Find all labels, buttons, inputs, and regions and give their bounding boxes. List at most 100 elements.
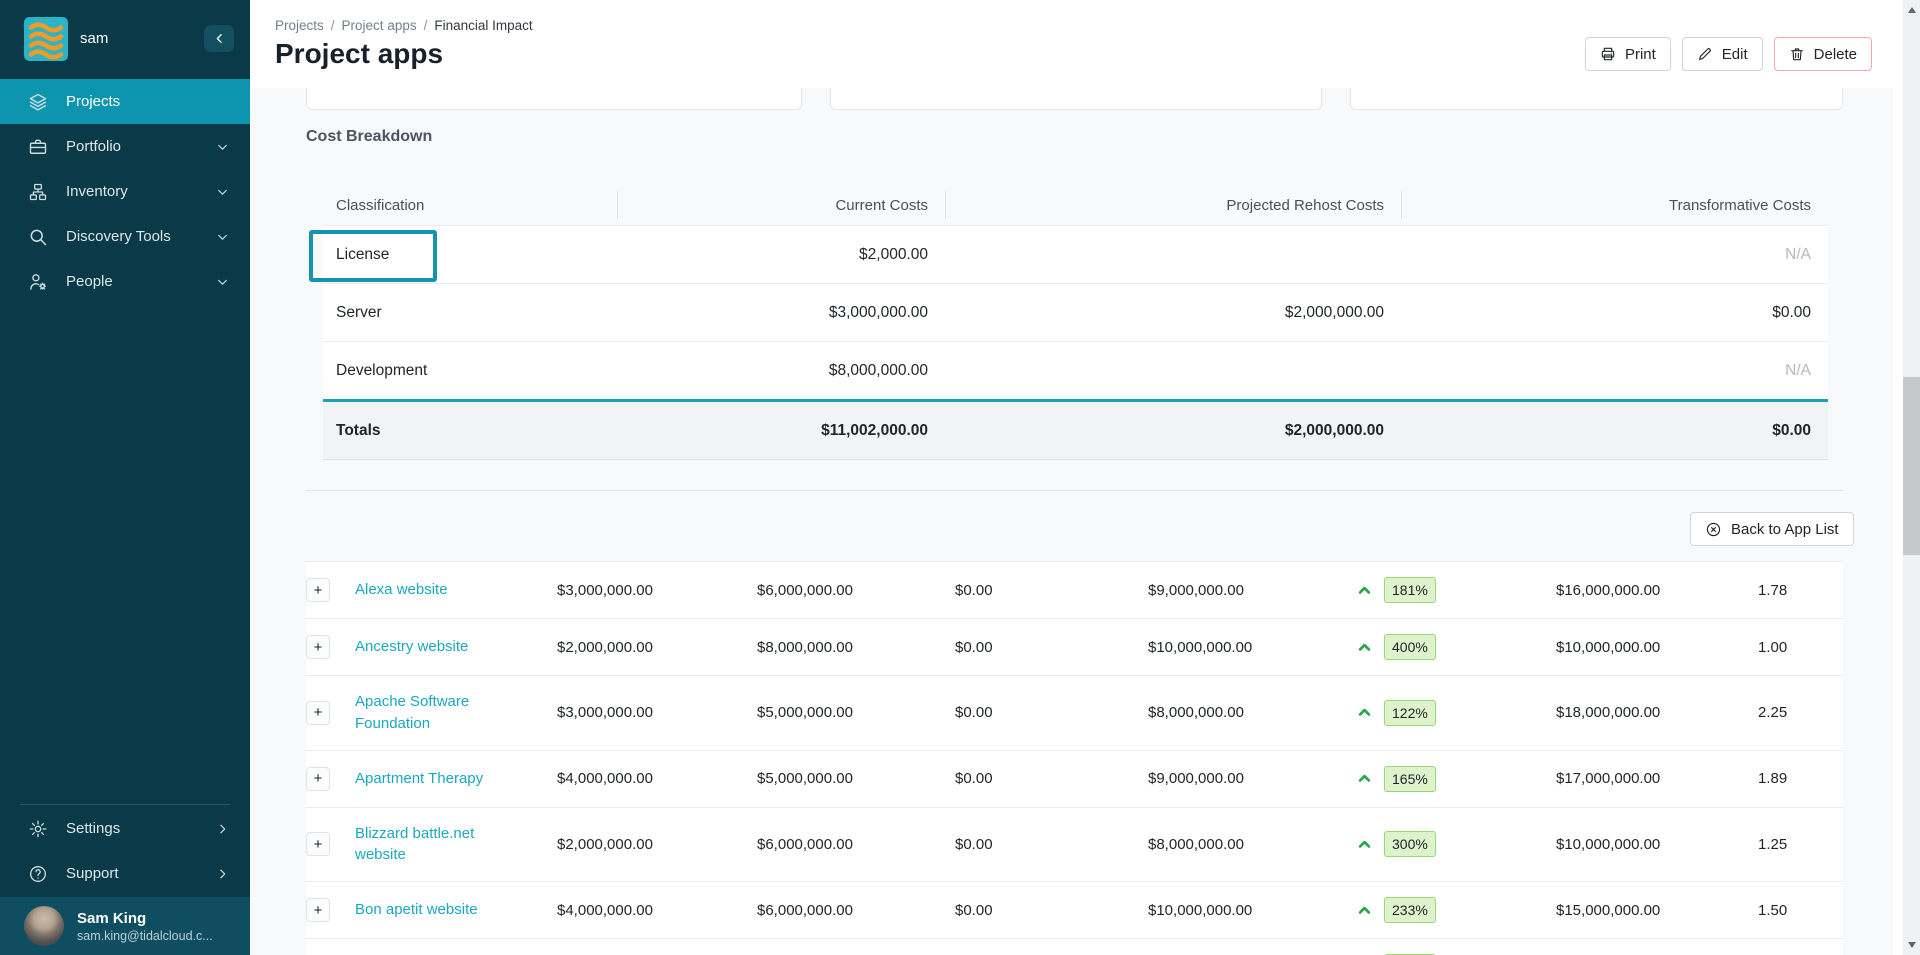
cell-current-cost: $2,000,000.00 (557, 639, 757, 656)
expand-row-button[interactable]: + (306, 701, 330, 725)
expand-cell: + (306, 767, 340, 791)
edit-button-label: Edit (1722, 46, 1748, 63)
sidebar-item-support[interactable]: Support (0, 851, 250, 896)
cost-table-header: ClassificationCurrent CostsProjected Reh… (323, 185, 1828, 225)
header-actions: Print Edit Delete (1585, 37, 1872, 71)
cell-total-cost: $17,000,000.00 (1556, 770, 1758, 787)
breadcrumb-item-projects[interactable]: Projects (275, 18, 324, 33)
cell-current-cost: $3,000,000.00 (557, 704, 757, 721)
user-name: Sam King (77, 910, 213, 927)
edit-button[interactable]: Edit (1682, 37, 1763, 71)
chevron-right-icon (216, 867, 229, 880)
expand-row-button[interactable]: + (306, 578, 330, 602)
column-header-transformative-costs: Transformative Costs (1401, 191, 1828, 219)
expand-row-button[interactable]: + (306, 635, 330, 659)
delete-button[interactable]: Delete (1774, 37, 1872, 71)
app-name-link[interactable]: Blizzard battle.net website (355, 823, 527, 867)
percent-change-badge: 165% (1384, 766, 1436, 792)
app-name-link[interactable]: Apache Software Foundation (355, 691, 527, 735)
cell-rehost-cost: $8,000,000.00 (757, 639, 955, 656)
app-name-cell: Bon apetit website (340, 899, 557, 921)
app-name-link[interactable]: Ancestry website (355, 636, 468, 658)
cell-projected-cost: $10,000,000.00 (1148, 902, 1355, 919)
sidebar-item-portfolio[interactable]: Portfolio (0, 124, 250, 169)
expand-row-button[interactable]: + (306, 832, 330, 856)
app-name-link[interactable]: Alexa website (355, 579, 448, 601)
app-row-blizzard-battle-net-website: +Blizzard battle.net website$2,000,000.0… (306, 807, 1843, 882)
expand-row-button[interactable]: + (306, 767, 330, 791)
app-name-link[interactable]: Apartment Therapy (355, 768, 483, 790)
pencil-icon (1697, 46, 1713, 62)
increase-caret-icon (1355, 638, 1374, 657)
cell-percent-change: 400% (1355, 634, 1556, 660)
cost-transformative: N/A (1401, 246, 1828, 264)
cell-total-cost: $18,000,000.00 (1556, 704, 1758, 721)
expand-cell: + (306, 635, 340, 659)
percent-change-badge: 181% (1384, 577, 1436, 603)
cost-current: $2,000.00 (617, 246, 945, 264)
cell-projected-cost: $8,000,000.00 (1148, 704, 1355, 721)
app-name-cell: Ancestry website (340, 636, 557, 658)
cell-ratio: 1.50 (1758, 902, 1843, 919)
scroll-down-arrow-icon[interactable] (1903, 938, 1920, 952)
cell-transformative-cost: $0.00 (955, 902, 1148, 919)
percent-change-badge: 400% (1384, 634, 1436, 660)
sidebar-item-settings[interactable]: Settings (0, 806, 250, 851)
briefcase-icon (28, 137, 48, 157)
expand-cell: + (306, 898, 340, 922)
summary-card-2 (830, 88, 1322, 110)
sidebar-item-discovery-tools[interactable]: Discovery Tools (0, 214, 250, 259)
cell-total-cost: $10,000,000.00 (1556, 836, 1758, 853)
expand-row-button[interactable]: + (306, 898, 330, 922)
totals-rehost: $2,000,000.00 (945, 422, 1401, 440)
app-row-alexa-website: +Alexa website$3,000,000.00$6,000,000.00… (306, 561, 1843, 618)
totals-transformative: $0.00 (1401, 422, 1828, 440)
cost-current: $8,000,000.00 (617, 362, 945, 380)
breadcrumb-item-project-apps[interactable]: Project apps (342, 18, 417, 33)
scrollbar-thumb[interactable] (1903, 377, 1920, 555)
tidal-logo-icon (24, 17, 68, 61)
workspace-name: sam (80, 30, 108, 47)
chevron-down-icon (216, 185, 229, 198)
app-row-apartment-therapy: +Apartment Therapy$4,000,000.00$5,000,00… (306, 750, 1843, 807)
page-content: Cost Breakdown ClassificationCurrent Cos… (250, 88, 1893, 955)
user-profile[interactable]: Sam King sam.king@tidalcloud.c... (0, 897, 250, 955)
cell-ratio: 1.89 (1758, 770, 1843, 787)
cell-transformative-cost: $0.00 (955, 582, 1148, 599)
cost-rehost: $2,000,000.00 (945, 304, 1401, 322)
print-button[interactable]: Print (1585, 37, 1671, 71)
app-root: sam ProjectsPortfolioInventoryDiscovery … (0, 0, 1920, 955)
breadcrumb: Projects/Project apps/Financial Impact (275, 18, 533, 33)
avatar (24, 906, 64, 946)
sidebar: sam ProjectsPortfolioInventoryDiscovery … (0, 0, 250, 955)
trash-icon (1789, 46, 1805, 62)
cell-percent-change: 122% (1355, 700, 1556, 726)
sidebar-item-inventory[interactable]: Inventory (0, 169, 250, 214)
increase-caret-icon (1355, 835, 1374, 854)
scroll-up-arrow-icon[interactable] (1903, 3, 1920, 17)
app-row-apache-software-foundation: + Apache Software Foundation $3,000,000.00… (306, 675, 1843, 750)
increase-caret-icon (1355, 901, 1374, 920)
breadcrumb-item-financial-impact: Financial Impact (434, 18, 532, 33)
sidebar-item-people[interactable]: People (0, 259, 250, 304)
sidebar-item-projects[interactable]: Projects (0, 79, 250, 124)
back-to-app-list-button[interactable]: Back to App List (1690, 512, 1854, 546)
percent-change-badge: 122% (1384, 700, 1436, 726)
cost-breakdown-heading: Cost Breakdown (306, 128, 432, 146)
cell-current-cost: $4,000,000.00 (557, 902, 757, 919)
cost-transformative: N/A (1401, 362, 1828, 380)
cost-row-development: Development$8,000,000.00N/A (323, 341, 1828, 399)
app-name-link[interactable]: Bon apetit website (355, 899, 478, 921)
vertical-scrollbar[interactable] (1903, 0, 1920, 955)
back-to-app-list-label: Back to App List (1731, 521, 1839, 538)
cell-total-cost: $10,000,000.00 (1556, 639, 1758, 656)
cost-breakdown-table: ClassificationCurrent CostsProjected Reh… (323, 185, 1828, 460)
printer-icon (1600, 46, 1616, 62)
totals-current: $11,002,000.00 (617, 422, 945, 440)
main-area: Projects/Project apps/Financial Impact P… (250, 0, 1893, 955)
app-name-cell: Alexa website (340, 579, 557, 601)
cell-transformative-cost: $0.00 (955, 836, 1148, 853)
cost-classification: License (323, 246, 617, 264)
page-title: Project apps (275, 38, 443, 70)
sidebar-collapse-button[interactable] (204, 25, 234, 52)
